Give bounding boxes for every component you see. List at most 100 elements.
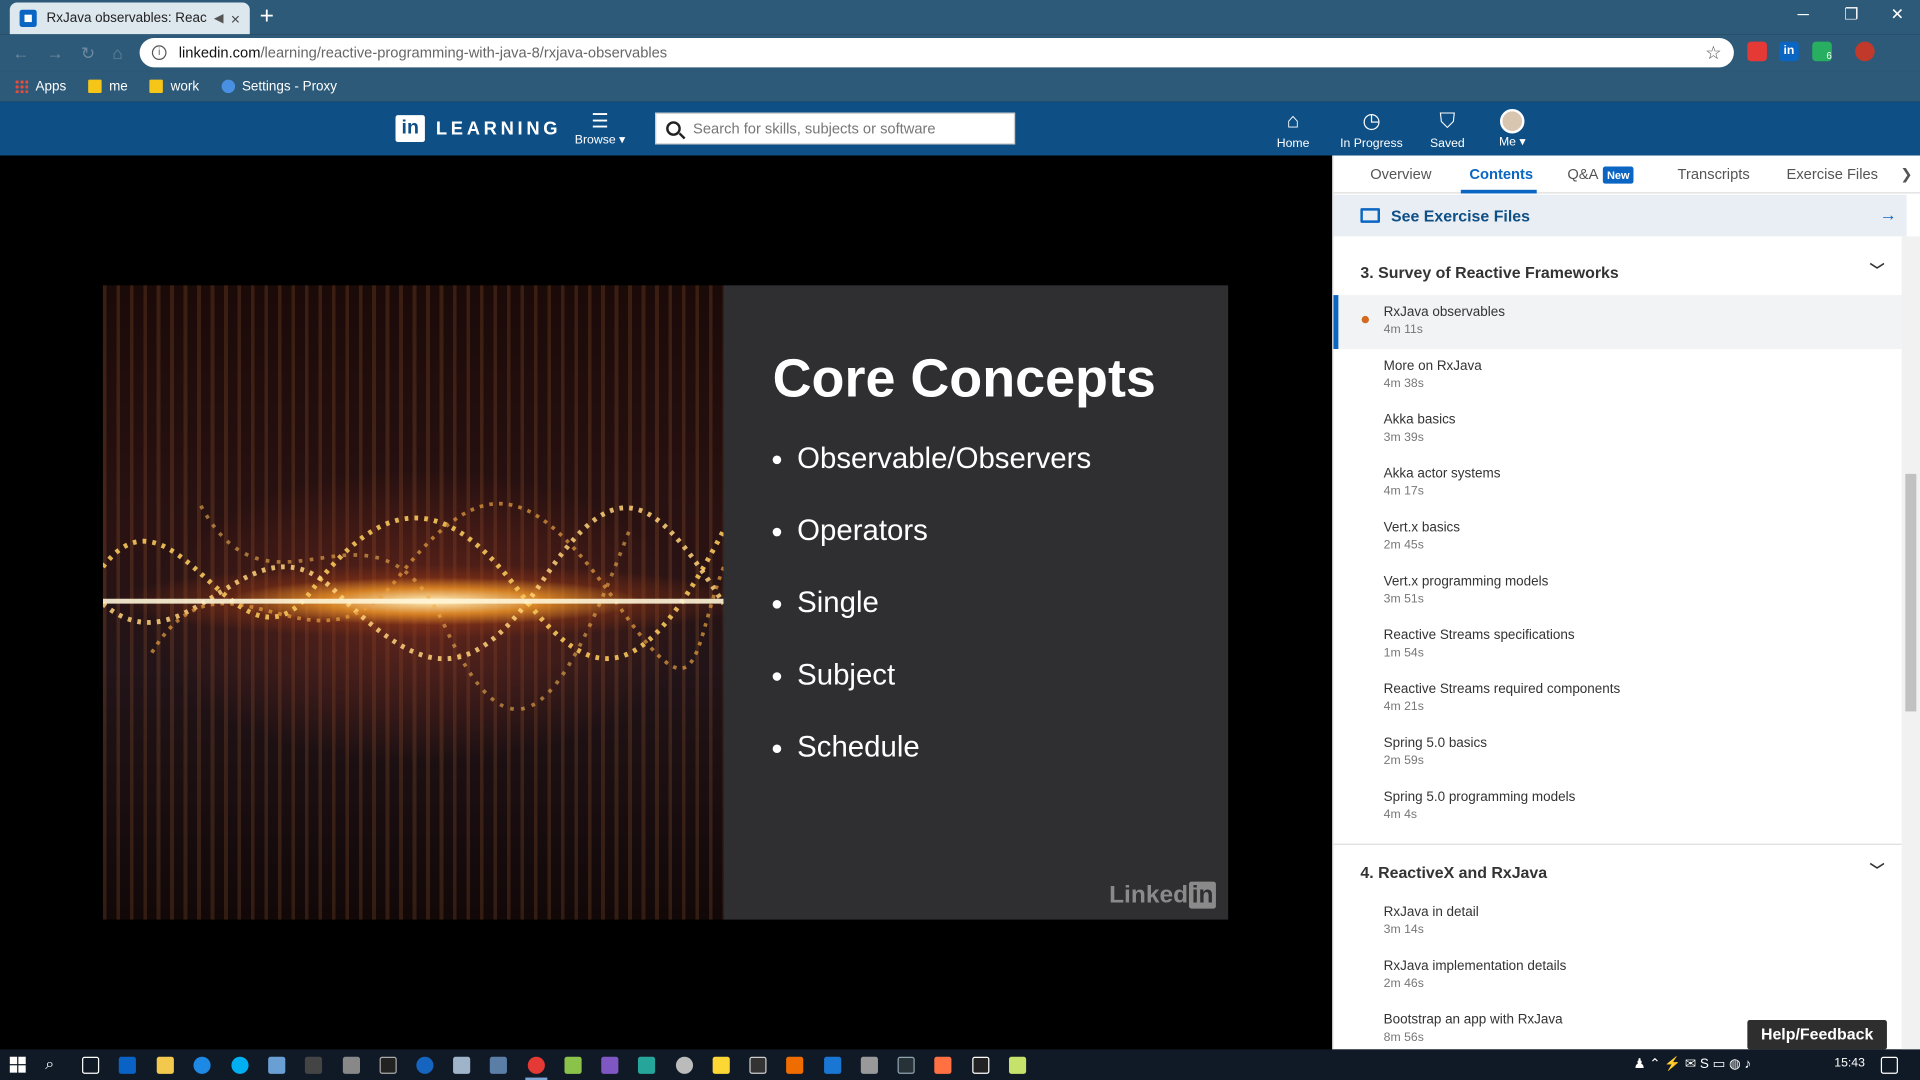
- restore-button[interactable]: ❐: [1844, 5, 1858, 25]
- bookmark-label: me: [109, 78, 128, 94]
- list-item[interactable]: More on RxJava 4m 38s: [1333, 349, 1904, 403]
- taskbar-clock[interactable]: 15:43: [1834, 1057, 1865, 1070]
- skype-icon[interactable]: [231, 1056, 249, 1074]
- app-icon[interactable]: [637, 1056, 656, 1074]
- outlook-icon[interactable]: [118, 1056, 136, 1074]
- profile-icon[interactable]: [1855, 41, 1875, 62]
- tab-contents[interactable]: Contents: [1469, 165, 1533, 182]
- scrollbar-thumb[interactable]: [1905, 473, 1917, 712]
- sidebar-scrollbar[interactable]: [1901, 236, 1920, 1050]
- chrome-icon[interactable]: [527, 1056, 545, 1074]
- linkedin-watermark-logo: Linked in: [1109, 881, 1216, 910]
- extension-icon[interactable]: [1747, 41, 1767, 62]
- terminal-icon[interactable]: [304, 1056, 323, 1074]
- app-icon[interactable]: [601, 1056, 619, 1074]
- browse-menu[interactable]: ☰ Browse ▾: [573, 111, 627, 147]
- bookmark-star-icon[interactable]: ☆: [1705, 42, 1721, 64]
- new-tab-button[interactable]: +: [260, 4, 274, 28]
- sticky-notes-icon[interactable]: [712, 1056, 730, 1074]
- tab-transcripts[interactable]: Transcripts: [1678, 165, 1750, 182]
- browser-tab[interactable]: RxJava observables: Reactive ◀ ×: [9, 2, 250, 35]
- list-item[interactable]: Akka basics 3m 39s: [1333, 403, 1904, 457]
- list-item[interactable]: RxJava implementation details 2m 46s: [1333, 949, 1904, 1003]
- help-feedback-button[interactable]: Help/Feedback: [1747, 1020, 1887, 1050]
- app-icon[interactable]: [860, 1056, 878, 1074]
- list-item[interactable]: Akka actor systems 4m 17s: [1333, 457, 1904, 511]
- apps-grid-icon: [14, 79, 29, 94]
- list-item[interactable]: Spring 5.0 basics 2m 59s: [1333, 726, 1904, 780]
- linkedin-learning-logo[interactable]: in LEARNING: [395, 115, 562, 143]
- list-item[interactable]: Vert.x basics 2m 45s: [1333, 511, 1904, 565]
- linkedin-learning-favicon: [19, 9, 37, 27]
- notepad-icon[interactable]: [1008, 1056, 1027, 1074]
- nav-me[interactable]: Me ▾: [1491, 108, 1533, 149]
- file-explorer-icon[interactable]: [156, 1056, 174, 1074]
- app-icon[interactable]: [564, 1056, 582, 1074]
- back-forward-reload-icons[interactable]: ←→↻⌂: [12, 43, 140, 64]
- tab-qa[interactable]: Q&A New: [1567, 165, 1634, 184]
- bookmark-work[interactable]: work: [149, 78, 200, 94]
- system-tray-icons[interactable]: ♟ ⌃ ⚡ ✉ S ▭ ◍ ♪: [1633, 1056, 1751, 1072]
- list-item[interactable]: Spring 5.0 programming models 4m 4s: [1333, 780, 1904, 834]
- browse-label: Browse ▾: [574, 133, 626, 147]
- chevron-right-icon[interactable]: ❯: [1900, 165, 1912, 182]
- list-item[interactable]: RxJava in detail 3m 14s: [1333, 895, 1904, 949]
- bookmark-label: work: [170, 78, 200, 94]
- bookmark-settings-proxy[interactable]: Settings - Proxy: [221, 79, 337, 94]
- bookmark-me[interactable]: me: [88, 79, 128, 94]
- 7zip-icon[interactable]: [972, 1056, 990, 1074]
- windows-start-icon[interactable]: [9, 1056, 26, 1073]
- nav-in-progress[interactable]: ◷ In Progress: [1338, 109, 1404, 151]
- virtualbox-icon[interactable]: [453, 1056, 471, 1074]
- vscode-icon[interactable]: [824, 1056, 842, 1074]
- minimize-button[interactable]: ─: [1798, 5, 1809, 23]
- app-icon[interactable]: [749, 1056, 767, 1074]
- audio-icon[interactable]: ◀: [214, 12, 223, 25]
- active-tab-underline: [1460, 189, 1537, 194]
- video-title: RxJava implementation details: [1383, 958, 1567, 974]
- app-icon[interactable]: [342, 1056, 360, 1074]
- app-icon[interactable]: [675, 1056, 694, 1074]
- intellij-icon[interactable]: [379, 1056, 397, 1074]
- list-item[interactable]: RxJava observables 4m 11s: [1333, 295, 1905, 349]
- sidebar-tabs: Overview Contents Q&A New Transcripts Exe…: [1333, 156, 1920, 194]
- nav-saved[interactable]: ⛉ Saved: [1428, 109, 1467, 151]
- address-bar[interactable]: i linkedin.com/learning/reactive-program…: [139, 37, 1734, 68]
- chevron-down-icon[interactable]: ﹀: [1870, 260, 1885, 281]
- windows-taskbar: ⌕ ♟ ⌃ ⚡ ✉ S ▭ ◍ ♪ 15:43: [0, 1049, 1920, 1080]
- see-exercise-files-button[interactable]: See Exercise Files →: [1333, 194, 1907, 237]
- close-window-button[interactable]: ✕: [1891, 5, 1904, 25]
- list-item[interactable]: Reactive Streams specifications 1m 54s: [1333, 618, 1904, 672]
- chevron-down-icon[interactable]: ﹀: [1870, 860, 1885, 881]
- video-duration: 4m 17s: [1383, 484, 1424, 499]
- section-header[interactable]: 3. Survey of Reactive Frameworks ﹀: [1333, 249, 1904, 296]
- bookmark-apps[interactable]: Apps: [14, 79, 66, 94]
- list-item[interactable]: Vert.x programming models 3m 51s: [1333, 564, 1904, 618]
- tab-close-icon[interactable]: ×: [231, 9, 240, 27]
- ie-icon[interactable]: [193, 1056, 211, 1074]
- task-view-icon[interactable]: [82, 1056, 100, 1074]
- search-icon[interactable]: ⌕: [45, 1054, 62, 1072]
- app-icon[interactable]: [934, 1056, 952, 1074]
- video-duration: 1m 54s: [1383, 646, 1424, 660]
- video-title: More on RxJava: [1383, 358, 1482, 374]
- site-info-icon[interactable]: i: [151, 45, 167, 60]
- app-icon[interactable]: [268, 1056, 286, 1074]
- section-header[interactable]: 4. ReactiveX and RxJava ﹀: [1333, 849, 1904, 896]
- app-icon[interactable]: [786, 1056, 804, 1074]
- notifications-icon[interactable]: [1880, 1056, 1898, 1074]
- app-icon[interactable]: [897, 1056, 915, 1074]
- nav-home[interactable]: ⌂ Home: [1273, 109, 1312, 151]
- list-item[interactable]: Reactive Streams required components 4m 2…: [1333, 672, 1904, 726]
- app-icon[interactable]: [489, 1056, 507, 1074]
- search-input[interactable]: Search for skills, subjects or software: [655, 112, 1016, 145]
- nav-label: Home: [1276, 137, 1310, 151]
- video-player[interactable]: Core Concepts Observable/Observers Opera…: [0, 155, 1333, 1050]
- browser-toolbar: ←→↻⌂ i linkedin.com/learning/reactive-pr…: [0, 34, 1920, 72]
- extension-badge-icon[interactable]: 6: [1812, 41, 1832, 62]
- tab-exercise-files[interactable]: Exercise Files: [1787, 165, 1878, 182]
- linkedin-extension-icon[interactable]: in: [1779, 41, 1799, 62]
- app-icon[interactable]: [416, 1056, 434, 1074]
- tab-overview[interactable]: Overview: [1370, 165, 1431, 182]
- section-divider: [1333, 843, 1905, 845]
